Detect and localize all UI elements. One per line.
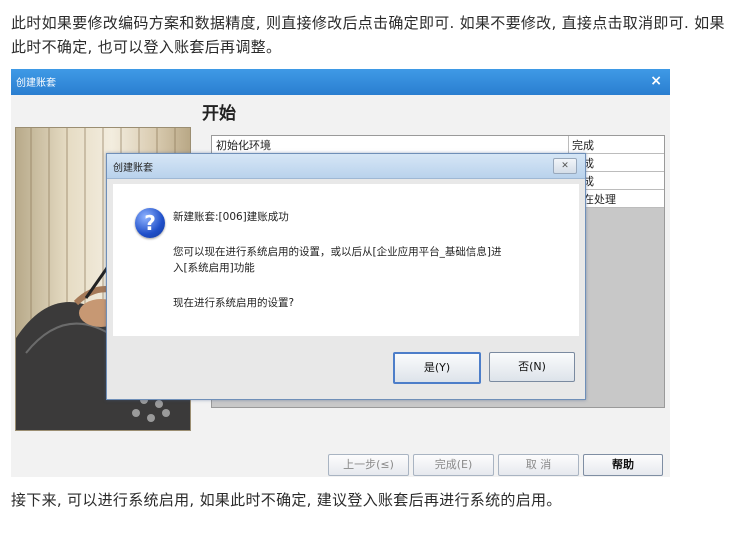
dialog-message-title: 新建账套:[006]建账成功 — [173, 211, 289, 223]
list-item: 初始化环境 完成 — [212, 136, 664, 154]
window-titlebar: 创建账套 × — [11, 69, 670, 95]
close-icon[interactable]: × — [650, 72, 662, 90]
paragraph-top: 此时如果要修改编码方案和数据精度, 则直接修改后点击确定即可. 如果不要修改, … — [11, 14, 725, 56]
yes-button[interactable]: 是(Y) — [393, 352, 481, 384]
confirm-dialog: 创建账套 ✕ ? 新建账套:[006]建账成功 您可以现在进行系统启用的设置，或… — [106, 153, 586, 400]
help-button[interactable]: 帮助 — [583, 454, 663, 476]
question-icon: ? — [135, 208, 165, 238]
cancel-button[interactable]: 取 消 — [498, 454, 579, 476]
finish-button[interactable]: 完成(E) — [413, 454, 494, 476]
dialog-message-line: 您可以现在进行系统启用的设置，或以后从[企业应用平台_基础信息]进 — [173, 246, 502, 258]
dialog-question: 现在进行系统启用的设置? — [173, 297, 295, 309]
task-name: 初始化环境 — [216, 139, 271, 152]
dialog-close-icon[interactable]: ✕ — [553, 158, 577, 174]
dialog-message-line: 入[系统启用]功能 — [173, 262, 255, 274]
back-button[interactable]: 上一步(≤) — [328, 454, 409, 476]
window-title: 创建账套 — [16, 78, 56, 89]
no-button[interactable]: 否(N) — [489, 352, 575, 382]
dialog-title: 创建账套 — [113, 163, 153, 174]
wizard-heading: 开始 — [202, 104, 236, 124]
paragraph-bottom: 接下来, 可以进行系统启用, 如果此时不确定, 建议登入账套后再进行系统的启用。 — [11, 491, 562, 509]
dialog-titlebar: 创建账套 ✕ — [107, 154, 585, 179]
task-status: 完成 — [572, 139, 594, 152]
dialog-body: ? 新建账套:[006]建账成功 您可以现在进行系统启用的设置，或以后从[企业应… — [113, 184, 579, 336]
